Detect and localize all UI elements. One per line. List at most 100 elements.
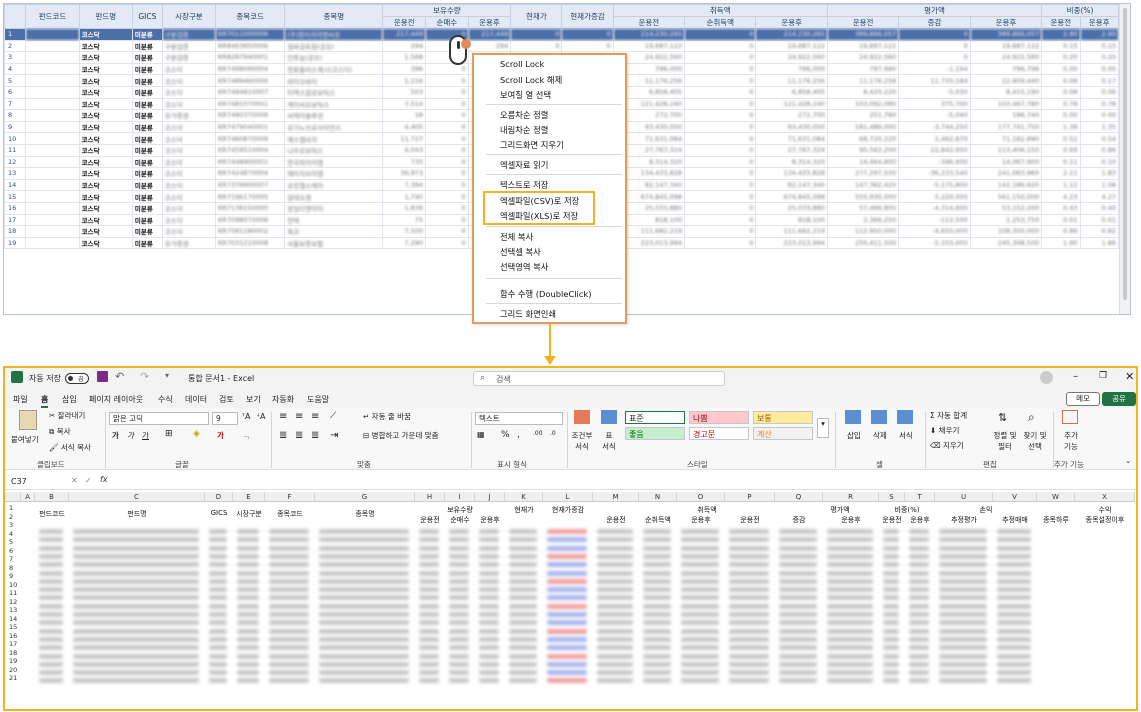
sheet-cell[interactable] <box>547 570 587 576</box>
cell-q1[interactable]: 36,973 <box>382 167 427 180</box>
subheader[interactable]: 운용전 <box>382 16 427 29</box>
sheet-cell[interactable] <box>597 537 633 543</box>
sheet-header[interactable]: 보유수량 <box>415 505 505 515</box>
tab-insert[interactable]: 삽입 <box>62 394 77 405</box>
add-ins-button[interactable]: 추가 기능 <box>1061 430 1081 452</box>
sheet-cell[interactable] <box>597 570 633 576</box>
sheet-cell[interactable] <box>269 587 309 593</box>
sheet-cell[interactable] <box>419 570 439 576</box>
cell-gics[interactable]: 미분류 <box>131 109 163 122</box>
sheet-cell[interactable] <box>509 587 537 593</box>
header-fund-name[interactable]: 펀드명 <box>78 4 133 29</box>
sort-filter-icon[interactable]: ⇅ <box>998 411 1007 424</box>
underline-icon[interactable]: 가 <box>142 430 149 441</box>
column-header[interactable]: P <box>725 492 775 502</box>
cell-name[interactable]: 알테오젠 <box>284 190 384 203</box>
cell-code[interactable]: KR7081180002 <box>215 225 286 238</box>
subheader[interactable]: 운용후 <box>969 16 1043 29</box>
row-header[interactable]: 7 <box>5 555 21 563</box>
sheet-cell[interactable] <box>597 603 633 609</box>
sheet-cell[interactable] <box>939 620 987 626</box>
cell-fund-code[interactable] <box>25 39 80 53</box>
sheet-cell[interactable] <box>729 603 769 609</box>
increase-font-icon[interactable]: ꜛA <box>242 412 250 421</box>
sheet-cell[interactable] <box>643 620 671 626</box>
sheet-cell[interactable] <box>681 570 719 576</box>
cell-e1[interactable]: 181,486,000 <box>826 120 900 134</box>
sheet-cell[interactable] <box>597 678 633 684</box>
sheet-cell[interactable] <box>547 620 587 626</box>
sheet-cell[interactable] <box>209 628 227 634</box>
sheet-cell[interactable] <box>909 595 929 601</box>
sheet-cell[interactable] <box>449 545 469 551</box>
sheet-cell[interactable] <box>73 562 199 568</box>
menu-copy-all[interactable]: 전체 복사 <box>500 231 533 243</box>
table-row[interactable]: 2코스닥미분류구분검증KR8463650006일바공토림(공모)29402940… <box>4 39 1120 53</box>
cell-name[interactable]: 로기노쓰로사이언스 <box>284 120 384 134</box>
sheet-cell[interactable] <box>681 612 719 617</box>
cell-w2[interactable]: 0.00 <box>1079 62 1120 76</box>
header-valuation[interactable]: 평가액 <box>826 4 1043 17</box>
sheet-cell[interactable] <box>909 628 929 634</box>
sheet-cell[interactable] <box>39 620 63 626</box>
sheet-cell[interactable] <box>547 636 587 642</box>
cell-gics[interactable]: 미분류 <box>131 28 163 41</box>
sheet-cell[interactable] <box>479 553 499 559</box>
style-normal[interactable]: 표준 <box>625 411 685 424</box>
cell-n[interactable]: 17 <box>4 213 27 227</box>
sheet-cell[interactable] <box>449 653 469 659</box>
style-bad[interactable]: 나쁨 <box>689 411 749 424</box>
sheet-cell[interactable] <box>883 636 899 642</box>
sheet-cell[interactable] <box>39 578 63 584</box>
conditional-format-icon[interactable] <box>574 410 590 424</box>
cell-w2[interactable]: 0.01 <box>1079 213 1120 227</box>
cell-fund-code[interactable] <box>25 178 80 192</box>
sheet-cell[interactable] <box>729 529 769 534</box>
cell-q1[interactable]: 75 <box>382 213 427 227</box>
sheet-cell[interactable] <box>827 578 873 584</box>
cell-w1[interactable]: 4.23 <box>1041 190 1081 203</box>
sheet-cell[interactable] <box>419 545 439 551</box>
orientation-icon[interactable]: ⟋ <box>330 411 336 421</box>
sheet-cell[interactable] <box>643 678 671 684</box>
cell-mkt[interactable]: 코스닥 <box>161 155 217 169</box>
sheet-header[interactable]: 수익 <box>1075 505 1135 515</box>
cell-gics[interactable]: 미분류 <box>131 74 163 87</box>
cell-e3[interactable]: 108,300,000 <box>969 225 1043 238</box>
tab-data[interactable]: 데이터 <box>185 394 207 405</box>
sheet-cell[interactable] <box>909 620 929 626</box>
cell-gics[interactable]: 미분류 <box>131 190 163 203</box>
sheet-cell[interactable] <box>419 553 439 559</box>
cell-e1[interactable]: 8,420,220 <box>826 85 900 99</box>
cell-code[interactable]: KR7196170005 <box>215 190 286 203</box>
sheet-cell[interactable] <box>909 529 929 534</box>
column-header[interactable]: T <box>905 492 935 502</box>
cell-gics[interactable]: 미분류 <box>131 178 163 192</box>
cell-code[interactable]: KR7460870009 <box>215 132 286 145</box>
sheet-cell[interactable] <box>449 529 469 534</box>
sheet-cell[interactable] <box>479 570 499 576</box>
sheet-cell[interactable] <box>319 603 409 609</box>
cell-w2[interactable]: 2.90 <box>1079 28 1120 41</box>
sheet-cell[interactable] <box>237 645 259 651</box>
row-header[interactable]: 14 <box>5 615 21 623</box>
sheet-cell[interactable] <box>547 529 587 534</box>
row-header[interactable]: 19 <box>5 657 21 665</box>
column-header[interactable]: W <box>1037 492 1075 502</box>
cell-e2[interactable]: 0 <box>898 28 971 41</box>
sheet-cell[interactable] <box>909 645 929 651</box>
sheet-cell[interactable] <box>73 595 199 601</box>
menu-run-function[interactable]: 함수 수행 (DoubleClick) <box>500 288 591 300</box>
cell-name[interactable]: 인투눌(공모) <box>284 51 384 64</box>
sheet-cell[interactable] <box>827 661 873 667</box>
sheet-cell[interactable] <box>547 562 587 568</box>
sheet-cell[interactable] <box>73 570 199 576</box>
cell-e3[interactable]: 19,687,122 <box>969 39 1043 53</box>
column-header[interactable]: J <box>475 492 505 502</box>
cell-e1[interactable]: 147,362,420 <box>826 178 900 192</box>
sheet-cell[interactable] <box>939 570 987 576</box>
maximize-icon[interactable]: ❐ <box>1099 371 1107 381</box>
cell-mkt[interactable]: 코스닥 <box>161 201 217 215</box>
column-header[interactable]: A <box>21 492 35 502</box>
sheet-subheader[interactable]: 추정매매 <box>993 515 1037 525</box>
